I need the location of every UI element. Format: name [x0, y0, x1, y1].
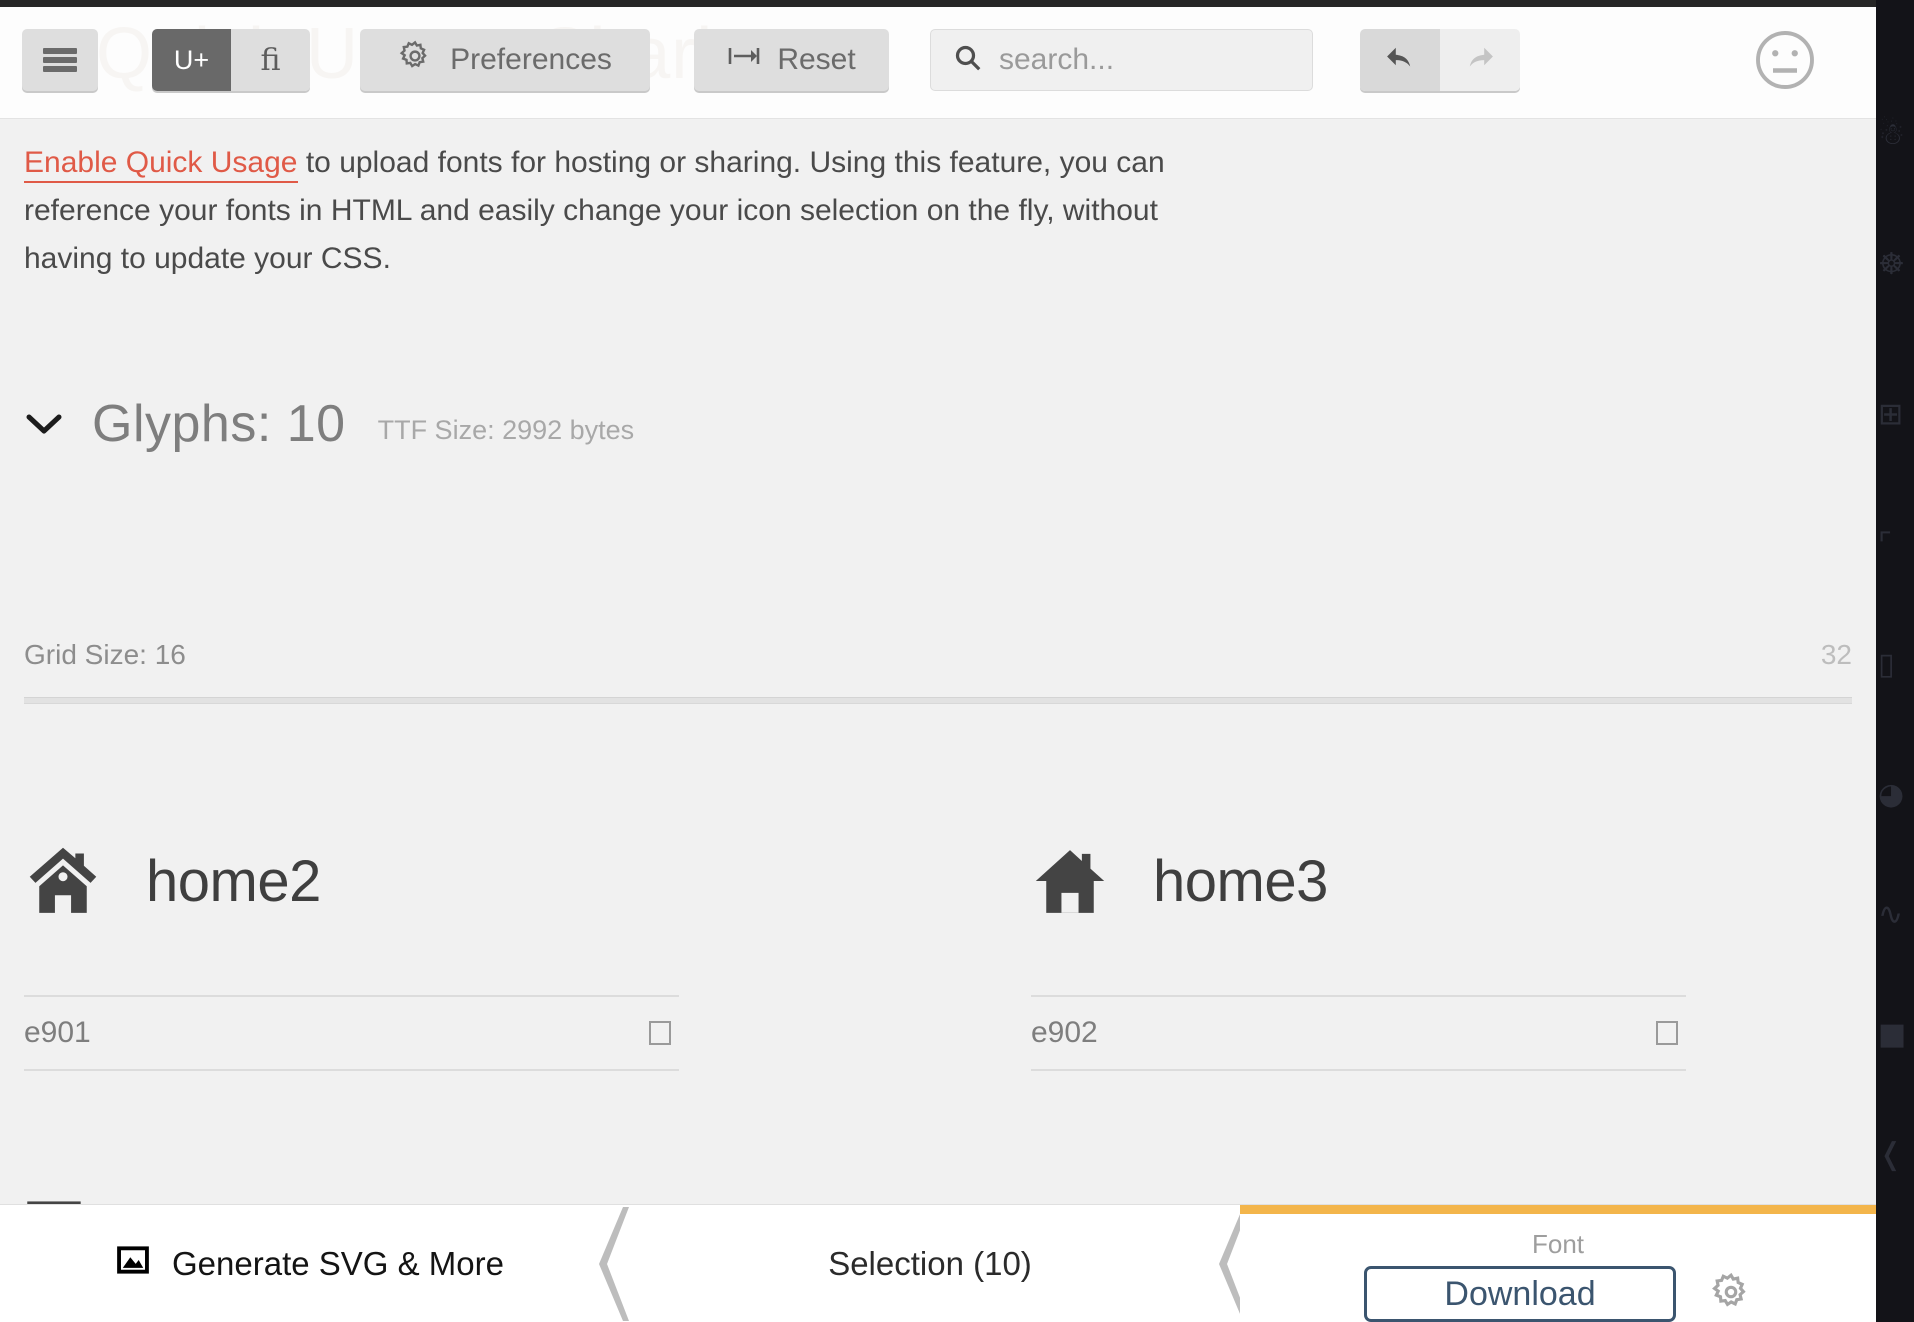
selection-label: Selection (10) [828, 1245, 1032, 1282]
gear-icon [1710, 1271, 1752, 1318]
bottom-bar: Generate SVG & More Selection (10) Font … [0, 1204, 1876, 1322]
offscreen-right-panel: ☃ ☸ ⊞ ⌜ ▯ ◕ ∿ ■ ❬ [1876, 0, 1914, 1322]
glyph-name: home3 [1153, 848, 1328, 914]
selection-tab[interactable]: Selection (10) [620, 1205, 1240, 1322]
glyph-preview[interactable]: camera [1031, 1099, 1852, 1205]
undo-arrow-icon [1382, 40, 1418, 81]
ttf-size-label: TTF Size: 2992 bytes [377, 414, 635, 445]
search-input[interactable] [999, 43, 1299, 77]
quick-usage-notice: Enable Quick Usage to upload fonts for h… [24, 139, 1204, 283]
home-chimney-left-icon [24, 842, 102, 920]
toolbar: Quick Usage Sharing U+ fi P [0, 7, 1876, 119]
download-button[interactable]: Download [1364, 1266, 1676, 1322]
browser-chrome-strip [0, 0, 1876, 7]
glyph-cell: home3 e902 [1031, 747, 1852, 1099]
redo-arrow-icon [1462, 40, 1498, 81]
glyph-code-row: e902 [1031, 995, 1686, 1071]
grid-size-label: Grid Size: 16 [24, 639, 186, 670]
images-stack-icon [24, 1194, 102, 1204]
download-button-label: Download [1444, 1274, 1596, 1313]
menu-button[interactable] [22, 29, 98, 91]
font-panel-label: Font [1531, 1229, 1585, 1259]
ligature-toggle-button[interactable]: fi [231, 29, 310, 91]
glyph-code-input[interactable]: e902 [1031, 1016, 1098, 1050]
search-box[interactable] [930, 29, 1313, 91]
glyphs-section-header[interactable]: Glyphs: 10 TTF Size: 2992 bytes [22, 394, 634, 454]
history-button-group[interactable] [1360, 29, 1520, 91]
glyph-cell: images e90e [24, 1099, 845, 1204]
ligature-toggle-label: fi [260, 42, 281, 78]
reset-tab-icon [727, 42, 761, 78]
generate-svg-label: Generate SVG & More [172, 1245, 504, 1282]
grid-size-slider[interactable] [24, 697, 1852, 704]
undo-button[interactable] [1360, 29, 1440, 91]
preferences-label: Preferences [450, 43, 612, 76]
glyph-cell: home2 e901 [24, 747, 845, 1099]
glyph-preview[interactable]: home3 [1031, 747, 1852, 997]
home-chimney-right-icon [1031, 842, 1109, 920]
glyph-code-input[interactable]: e901 [24, 1016, 91, 1050]
neutral-face-icon [1752, 31, 1818, 97]
font-panel: Font Download [1240, 1205, 1876, 1322]
glyph-preview[interactable]: images [24, 1099, 845, 1204]
account-avatar-button[interactable] [1752, 27, 1818, 93]
redo-button[interactable] [1440, 29, 1520, 91]
image-frame-icon [116, 1244, 150, 1284]
enable-quick-usage-link[interactable]: Enable Quick Usage [24, 146, 298, 183]
codepoint-toggle-button[interactable]: U+ [152, 29, 231, 91]
search-icon [953, 43, 983, 78]
preferences-button[interactable]: Preferences [360, 29, 650, 91]
codepoint-toggle-label: U+ [173, 44, 210, 75]
glyph-name: home2 [146, 848, 321, 914]
codepoint-ligature-toggle-group[interactable]: U+ fi [152, 29, 310, 91]
font-controls: Download [1364, 1266, 1752, 1322]
generate-svg-button[interactable]: Generate SVG & More [0, 1205, 620, 1322]
font-settings-button[interactable] [1710, 1271, 1752, 1318]
grid-size-max-label: 32 [1820, 639, 1852, 670]
glyph-select-checkbox[interactable] [649, 1021, 671, 1045]
glyph-cell: camera e90f [1031, 1099, 1852, 1205]
glyphs-title: Glyphs: 10 [92, 395, 346, 453]
gear-icon [398, 39, 432, 81]
glyph-preview[interactable]: home2 [24, 747, 845, 997]
hamburger-menu-icon [43, 45, 77, 75]
main-content: Enable Quick Usage to upload fonts for h… [0, 119, 1876, 1204]
font-panel-accent-bar [1240, 1205, 1876, 1214]
reset-button[interactable]: Reset [694, 29, 889, 91]
app-root: Quick Usage Sharing U+ fi P [0, 0, 1914, 1322]
chevron-down-icon[interactable] [22, 402, 66, 446]
grid-size-row: Grid Size: 16 32 [24, 639, 1852, 671]
glyph-code-row: e901 [24, 995, 679, 1071]
glyph-grid: home2 e901 home3 e902 [24, 747, 1852, 1204]
camera-icon [1031, 1194, 1109, 1204]
glyph-select-checkbox[interactable] [1656, 1021, 1678, 1045]
reset-label: Reset [777, 43, 856, 76]
